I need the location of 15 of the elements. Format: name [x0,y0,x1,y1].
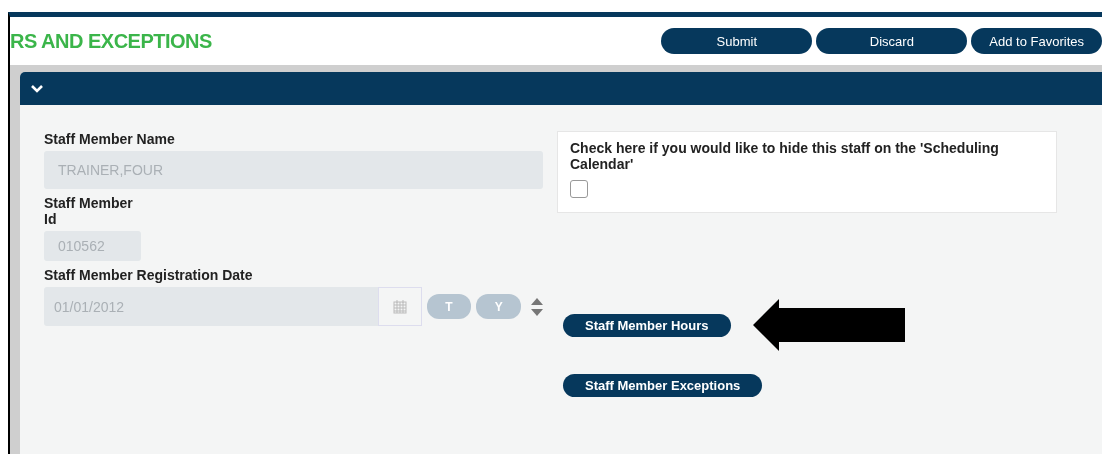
down-arrow-icon[interactable] [531,308,543,316]
field-label: Staff Member Registration Date [44,267,254,283]
hours-button[interactable]: Staff Member Hours [563,313,731,337]
field-label: Staff Member Id [44,195,134,227]
action-button[interactable]: Submit [661,28,813,54]
option-label: Check here if you would like to hide this staff on the 'Scheduling Calendar' [570,140,1000,172]
page-title: RS AND EXCEPTIONS [10,29,212,53]
checkbox[interactable] [570,180,588,198]
field-label: Staff Member Name [44,131,176,147]
action-button[interactable]: Discard [816,28,968,54]
up-arrow-icon[interactable] [531,297,543,305]
calendar-icon [392,299,407,314]
chevron-down-icon[interactable] [30,83,44,94]
action-button[interactable]: Add to Favorites [971,28,1102,54]
exceptions-button[interactable]: Staff Member Exceptions [563,374,763,397]
